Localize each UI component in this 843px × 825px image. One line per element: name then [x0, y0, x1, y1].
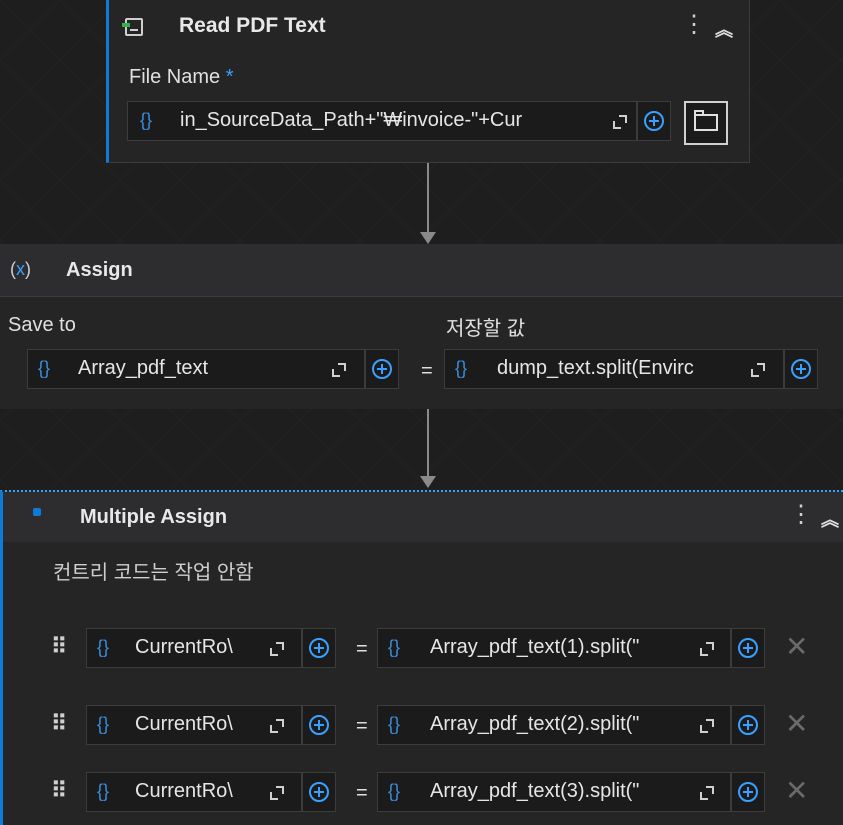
- read-pdf-icon: [122, 18, 143, 36]
- plus-icon: [738, 715, 758, 735]
- folder-icon: [694, 110, 718, 131]
- expand-editor-icon[interactable]: [751, 363, 765, 377]
- plus-icon: [309, 715, 329, 735]
- plus-button[interactable]: [731, 628, 765, 668]
- plus-button[interactable]: [365, 349, 399, 389]
- expand-editor-icon[interactable]: [270, 719, 284, 733]
- expand-editor-icon[interactable]: [270, 642, 284, 656]
- assign-title: Assign: [66, 259, 133, 281]
- plus-icon: [309, 638, 329, 658]
- assign-to-field[interactable]: {} CurrentRo\: [86, 772, 302, 812]
- assign-header[interactable]: (x) Assign: [0, 244, 843, 297]
- drag-handle-icon[interactable]: ⠿: [51, 778, 67, 804]
- save-to-label: Save to: [8, 314, 76, 336]
- plus-icon: [738, 638, 758, 658]
- plus-button[interactable]: [731, 772, 765, 812]
- browse-folder-button[interactable]: [684, 101, 728, 145]
- delete-row-icon[interactable]: ✕: [785, 707, 808, 740]
- expand-editor-icon[interactable]: [270, 786, 284, 800]
- value-label: 저장할 값: [446, 318, 526, 340]
- assign-value-field[interactable]: {} Array_pdf_text(3).split(": [377, 772, 731, 812]
- plus-button[interactable]: [302, 705, 336, 745]
- assign-activity[interactable]: (x) Assign Save to 저장할 값 {} Array_pdf_te…: [0, 244, 843, 409]
- expression-icon: {}: [388, 637, 401, 657]
- plus-button[interactable]: [784, 349, 818, 389]
- expression-icon: {}: [38, 358, 51, 378]
- expression-icon: {}: [388, 781, 401, 801]
- expression-icon: {}: [388, 714, 401, 734]
- value-field[interactable]: {} dump_text.split(Envirc: [444, 349, 784, 389]
- flow-arrow-icon: [420, 476, 436, 488]
- delete-row-icon[interactable]: ✕: [785, 774, 808, 807]
- expression-icon: {}: [140, 110, 153, 130]
- equals-sign: =: [356, 715, 368, 737]
- assign-row[interactable]: ⠿ {} CurrentRo\ = {} Array_pdf_text(3).s…: [3, 772, 843, 814]
- file-name-value: in_SourceData_Path+"₩invoice-"+Cur: [180, 109, 523, 131]
- plus-button[interactable]: [731, 705, 765, 745]
- annotation-text: 컨트리 코드는 작업 안함: [53, 562, 254, 584]
- flow-connector: [427, 163, 429, 233]
- plus-icon: [738, 782, 758, 802]
- variable-x-icon: (x): [10, 259, 31, 279]
- assign-value: Array_pdf_text(2).split(": [430, 713, 640, 735]
- read-pdf-text-activity[interactable]: Read PDF Text ⋮ ︽ File Name * {} in_Sour…: [106, 0, 750, 163]
- activity-title: Read PDF Text: [179, 14, 326, 37]
- drag-handle-icon[interactable]: ⠿: [51, 634, 67, 660]
- expand-editor-icon[interactable]: [332, 363, 346, 377]
- assign-to-value: CurrentRo\: [135, 713, 233, 735]
- plus-button[interactable]: [302, 628, 336, 668]
- expand-editor-icon[interactable]: [613, 115, 627, 129]
- delete-row-icon[interactable]: ✕: [785, 630, 808, 663]
- save-to-value: Array_pdf_text: [78, 357, 209, 379]
- assign-to-field[interactable]: {} CurrentRo\: [86, 628, 302, 668]
- assign-value-field[interactable]: {} Array_pdf_text(1).split(": [377, 628, 731, 668]
- plus-icon: [791, 359, 811, 379]
- equals-sign: =: [421, 360, 433, 382]
- collapse-icon[interactable]: ︽: [715, 16, 733, 42]
- activity-header[interactable]: Read PDF Text ⋮ ︽: [109, 6, 749, 46]
- more-options-icon[interactable]: ⋮: [682, 10, 706, 39]
- assign-to-field[interactable]: {} CurrentRo\: [86, 705, 302, 745]
- flow-arrow-icon: [420, 232, 436, 244]
- collapse-icon[interactable]: ︽: [821, 506, 839, 532]
- multiple-assign-title: Multiple Assign: [80, 506, 228, 528]
- expression-icon: {}: [97, 637, 110, 657]
- expand-editor-icon[interactable]: [700, 786, 714, 800]
- expression-icon: {}: [97, 781, 110, 801]
- plus-icon: [644, 111, 664, 131]
- expression-icon: {}: [97, 714, 110, 734]
- assign-value-field[interactable]: {} Array_pdf_text(2).split(": [377, 705, 731, 745]
- file-name-label: File Name *: [129, 66, 234, 88]
- multiple-assign-header[interactable]: Multiple Assign ⋮ ︽: [3, 492, 843, 542]
- expand-editor-icon[interactable]: [700, 719, 714, 733]
- more-options-icon[interactable]: ⋮: [789, 500, 813, 529]
- assign-value: Array_pdf_text(1).split(": [430, 636, 640, 658]
- equals-sign: =: [356, 638, 368, 660]
- value-value: dump_text.split(Envirc: [497, 357, 694, 379]
- file-name-field[interactable]: {} in_SourceData_Path+"₩invoice-"+Cur: [127, 101, 637, 141]
- drag-handle-icon[interactable]: ⠿: [51, 711, 67, 737]
- equals-sign: =: [356, 782, 368, 804]
- plus-button[interactable]: [302, 772, 336, 812]
- assign-row[interactable]: ⠿ {} CurrentRo\ = {} Array_pdf_text(2).s…: [3, 705, 843, 747]
- flow-connector: [427, 409, 429, 479]
- plus-button[interactable]: [637, 101, 671, 141]
- save-to-field[interactable]: {} Array_pdf_text: [27, 349, 365, 389]
- expand-editor-icon[interactable]: [700, 642, 714, 656]
- plus-icon: [372, 359, 392, 379]
- assign-to-value: CurrentRo\: [135, 636, 233, 658]
- assign-row[interactable]: ⠿ {} CurrentRo\ = {} Array_pdf_text(1).s…: [3, 628, 843, 670]
- assign-to-value: CurrentRo\: [135, 780, 233, 802]
- expression-icon: {}: [455, 358, 468, 378]
- multiple-assign-activity[interactable]: Multiple Assign ⋮ ︽ 컨트리 코드는 작업 안함 ⠿ {} C…: [0, 490, 843, 825]
- activity-icon: [33, 508, 41, 516]
- assign-value: Array_pdf_text(3).split(": [430, 780, 640, 802]
- plus-icon: [309, 782, 329, 802]
